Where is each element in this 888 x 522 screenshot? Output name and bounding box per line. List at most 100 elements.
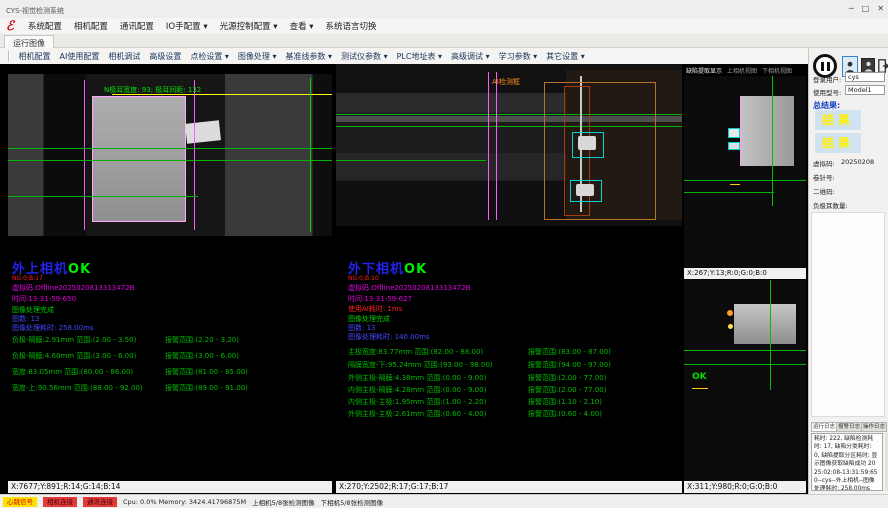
close-icon[interactable]: ✕ [877,4,884,13]
guide-line-green-vertical [310,78,311,232]
left-measure-row: 宽度:83.05mm 范围:(80.00 - 86.00) 报警范围:(81.0… [12,367,342,377]
tool-camera-config[interactable]: 相机配置 [14,51,55,62]
app-logo-icon: ℰ [6,19,14,34]
middle-camera-view[interactable]: AI检测框 [336,64,682,226]
menu-bar: ℰ 系统配置 相机配置 通讯配置 IO手配置 ▾ 光源控制配置 ▾ 查看 ▾ 系… [0,18,888,34]
left-sub-text: NG:0;B:17 [12,275,43,282]
minimize-icon[interactable]: ─ [849,4,854,13]
tool-other-settings[interactable]: 其它设置 ▾ [542,51,590,62]
mid-measure-row: 主极宽度:83.77mm 范围:(82.00 - 88.00) 报警范围:(83… [348,347,678,357]
marker-yellow-dot [728,324,733,329]
main-area: N极耳宽度: 93; 极耳间距: 132 外上相机OK NG:0;B:17 虚拟… [0,64,808,494]
menu-light-config[interactable]: 光源控制配置 ▾ [214,20,284,32]
mid-measure-row: 外侧主极-主极:2.61mm 范围:(0.60 - 4.00) 报警范围:(0.… [348,409,678,419]
log-tab-operation[interactable]: 操作日志 [861,422,887,432]
alarm-range: 报警范围:(0.60 - 4.00) [528,409,602,419]
tool-plc-address[interactable]: PLC地址表 ▾ [392,51,446,62]
left-overlay-measure-label: N极耳宽度: 93; 极耳间距: 132 [104,85,201,95]
small-camera-view-bottom[interactable]: OK [684,280,806,481]
menu-camera-config[interactable]: 相机配置 [68,20,114,32]
guide-line-green-h1 [8,148,332,149]
toolbar-grip [8,51,10,61]
tool-image-processing[interactable]: 图像处理 ▾ [233,51,281,62]
maximize-icon[interactable]: □ [862,4,870,13]
left-measure-row: 负极-隔膜:2.91mm 范围:(2.00 - 3.50) 报警范围:(2.20… [12,335,342,345]
mid-measure-row: 隔膜宽度-下:95.24mm 范围:(93.00 - 98.00) 报警范围:(… [348,360,678,370]
small-camera-view-top[interactable] [684,76,806,268]
model-value[interactable]: Model1 [845,85,885,95]
exit-door-icon [878,59,888,73]
left-measure-row: 宽度-上:90.56mm 范围:(88.00 - 92.00) 报警范围:(89… [12,383,342,393]
alarm-range: 报警范围:(89.00 - 91.00) [165,383,248,393]
guide-line-green-h2 [684,364,806,365]
edge-line-magenta [740,96,741,166]
defect-blob-2 [576,184,594,196]
mid-status-ok: OK [404,262,427,277]
bright-object [740,96,794,166]
log-tab-run[interactable]: 运行日志 [811,422,837,432]
measure-value: 主极宽度:83.77mm 范围:(82.00 - 88.00) [348,347,483,357]
tool-advanced-settings[interactable]: 高级设置 [145,51,186,62]
login-user-label: 登录用户: [813,74,841,84]
user-dark-icon [864,61,873,72]
guide-line-green-v [770,280,771,390]
pin-number-label: 卷针号: [813,172,835,182]
guide-line-magenta-2 [496,72,497,220]
bright-band [734,304,796,344]
ai-detect-label: AI检测框 [492,77,520,87]
guide-line-green-v [772,76,773,206]
left-camera-view[interactable]: N极耳宽度: 93; 极耳间距: 132 [8,74,332,236]
tool-advanced-debug[interactable]: 高级调试 ▾ [447,51,495,62]
tool-spot-check[interactable]: 点检设置 ▾ [186,51,234,62]
guide-line-green-h3 [336,160,486,161]
log-tab-alarm[interactable]: 报警日志 [836,422,862,432]
small-view-top-coord-bar: X:267;Y:13;R:0;G:0;B:0 [684,268,806,279]
login-user-value[interactable]: cys [845,72,885,82]
mid-time: 时间:13-31-59-627 [348,294,412,304]
small-views-header: 缺陷提取显示 上相机视图 下相机视图 [684,64,806,76]
measure-value: 内侧主极-主极:1.95mm 范围:(1.00 - 2.20) [348,397,486,407]
menu-view[interactable]: 查看 ▾ [284,20,320,32]
menu-system-config[interactable]: 系统配置 [22,20,68,32]
log-text-area: 耗时: 222, 缺陷检测耗时: 17, 缺陷分类耗时: 0, 缺陷提取分区耗时… [811,433,883,491]
upper-camera-status: 上相机5/8张检测图像 [252,497,314,507]
right-sidebar: 登录用户: cys 使用型号: Model1 总结果: 结果 结果 虚拟码: 2… [808,48,888,494]
white-tab-region [185,120,221,143]
tab-upper-view[interactable]: 上相机视图 [727,66,757,75]
user-icon [845,61,855,73]
virtual-code-value: 20250208 [841,158,874,166]
heartbeat-badge: 心跳信号 [3,497,37,507]
tool-tester-params[interactable]: 测试仪参数 ▾ [337,51,393,62]
measure-value: 宽度-上:90.56mm 范围:(88.00 - 92.00) [12,383,143,393]
tool-camera-debug[interactable]: 相机调试 [104,51,145,62]
marker-yellow [730,184,740,185]
guide-line-green-h2 [8,160,332,161]
menu-comm-config[interactable]: 通讯配置 [114,20,160,32]
measure-value: 隔膜宽度-下:95.24mm 范围:(93.00 - 98.00) [348,360,493,370]
lower-camera-status: 下相机5/8张检测图像 [321,497,383,507]
battery-cell-region [92,96,186,222]
marker-yellow-dash [692,388,708,389]
tool-baseline-params[interactable]: 基准线参数 ▾ [281,51,337,62]
guide-line-magenta-left [84,80,85,230]
tab-strip: 运行图像 [0,34,888,48]
tool-ai-config[interactable]: AI使用配置 [55,51,104,62]
middle-coord-bar: X:270;Y:2502;R:17;G:17;B:17 [336,481,682,493]
tab-run-image[interactable]: 运行图像 [4,35,54,48]
alarm-range: 报警范围:(2.00 - 77.00) [528,373,606,383]
menu-language-switch[interactable]: 系统语言切换 [320,20,383,32]
left-measure-row: 负极-隔膜:4.60mm 范围:(3.00 - 6.00) 报警范围:(3.00… [12,351,342,361]
tab-lower-view[interactable]: 下相机视图 [762,66,792,75]
menu-io-config[interactable]: IO手配置 ▾ [160,20,214,32]
guide-line-green-h2 [684,192,774,193]
alarm-range: 报警范围:(2.00 - 77.00) [528,385,606,395]
sidebar-blank-panel [811,212,885,417]
defect-blob-1 [578,136,596,150]
virtual-code-label: 虚拟码: [813,158,835,168]
glow-tab-2 [728,142,740,150]
alarm-range: 报警范围:(81.00 - 85.00) [165,367,248,377]
measure-value: 内侧主极-隔膜:4.28mm 范围:(0.00 - 9.00) [348,385,486,395]
alarm-range: 报警范围:(1.10 - 2.10) [528,397,602,407]
alarm-range: 报警范围:(3.00 - 6.00) [165,351,239,361]
tool-learning-params[interactable]: 学习参数 ▾ [494,51,542,62]
